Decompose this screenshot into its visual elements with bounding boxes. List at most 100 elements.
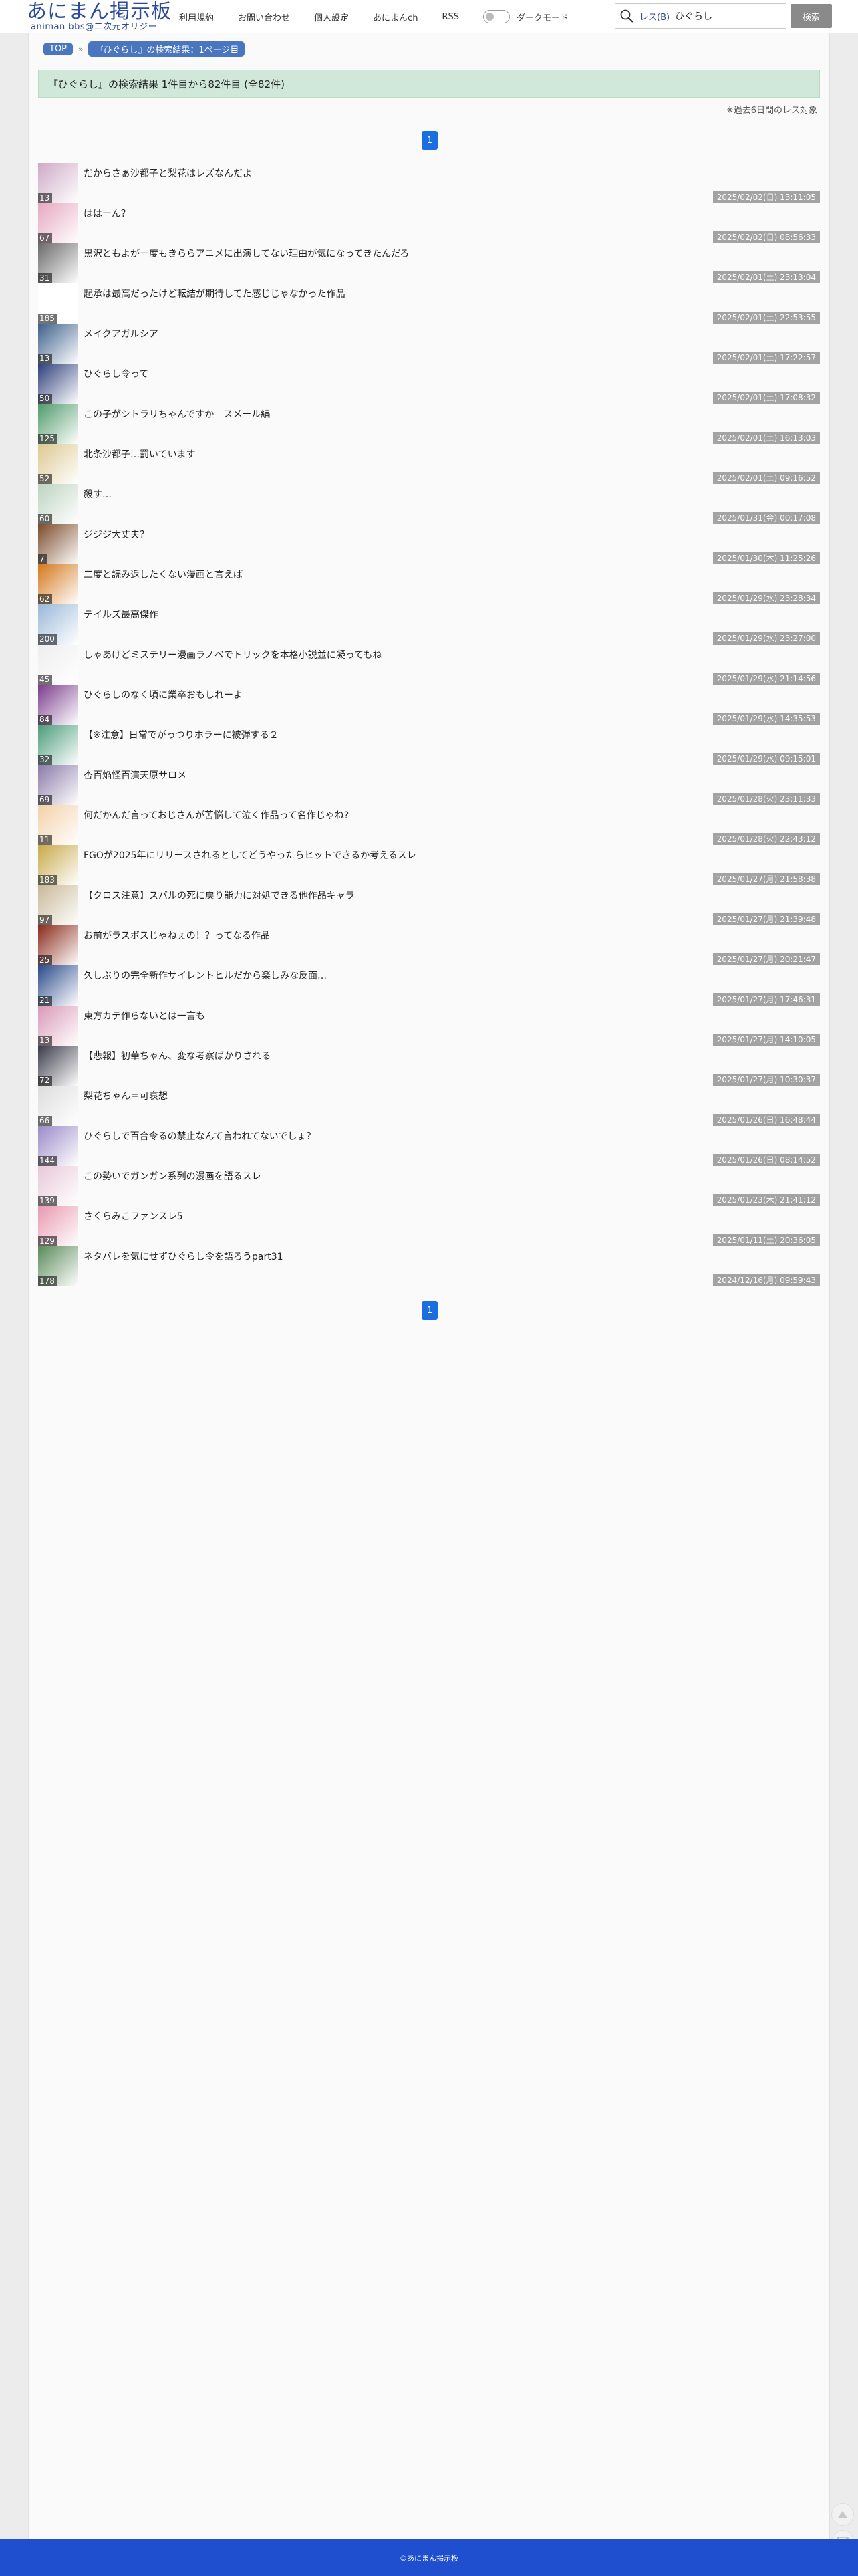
thread-thumbnail[interactable]: 13 [38, 1006, 78, 1046]
thread-thumbnail[interactable]: 84 [38, 685, 78, 725]
thread-thumbnail[interactable]: 97 [38, 885, 78, 925]
thread-title-link[interactable]: ひぐらしで百合令るの禁止なんて言われてないでしょ？ [84, 1129, 315, 1143]
thread-row[interactable]: 45 しゃあけどミステリー漫画ラノベでトリックを本格小説並に凝ってもね 2025/0… [38, 645, 820, 685]
thread-title-link[interactable]: 梨花ちゃん＝可哀想 [84, 1089, 168, 1102]
thread-row[interactable]: 13 メイクアガルシア 2025/02/01(土) 17:22:57 [38, 324, 820, 364]
thread-row[interactable]: 69 杏百焔怪百演天原サロメ 2025/01/28(火) 23:11:33 [38, 765, 820, 805]
thread-row[interactable]: 72 【悲報】初華ちゃん、変な考察ばかりされる 2025/01/27(月) 10:3… [38, 1046, 820, 1086]
thread-thumbnail[interactable]: 7 [38, 524, 78, 564]
page-button[interactable]: 1 [422, 131, 438, 150]
thread-title-link[interactable]: さくらみこファンスレ5 [84, 1209, 183, 1223]
thread-row[interactable]: 50 ひぐらし令って 2025/02/01(土) 17:08:32 [38, 364, 820, 404]
thread-thumbnail[interactable]: 45 [38, 645, 78, 685]
thread-row[interactable]: 144 ひぐらしで百合令るの禁止なんて言われてないでしょ？ 2025/01/26(日… [38, 1126, 820, 1166]
thread-title-link[interactable]: お前がラスボスじゃねぇの！？ってなる作品 [84, 929, 270, 942]
thread-thumbnail[interactable]: 72 [38, 1046, 78, 1086]
thread-title-link[interactable]: ジジジ大丈夫？ [84, 528, 149, 541]
thread-row[interactable]: 200 テイルズ最高傑作 2025/01/29(水) 23:27:00 [38, 604, 820, 645]
thread-row[interactable]: 31 黒沢ともよが一度もきららアニメに出演してない理由が気になってきたんだろ 202… [38, 243, 820, 283]
thread-title-link[interactable]: ははーん？ [84, 207, 130, 220]
thread-thumbnail[interactable]: 129 [38, 1206, 78, 1246]
site-logo[interactable]: あにまん掲示板 animan bbs@二次元オリジー [27, 1, 171, 32]
thread-thumbnail[interactable]: 52 [38, 444, 78, 484]
page-button[interactable]: 1 [422, 1301, 438, 1320]
thread-title-link[interactable]: 殺す… [84, 487, 112, 501]
thread-title-link[interactable]: この子がシトラリちゃんですか スメール編 [84, 407, 270, 421]
thread-row[interactable]: 66 梨花ちゃん＝可哀想 2025/01/26(日) 16:48:44 [38, 1086, 820, 1126]
thread-row[interactable]: 7 ジジジ大丈夫？ 2025/01/30(木) 11:25:26 [38, 524, 820, 564]
thread-row[interactable]: 84 ひぐらしのなく頃に業卒おもしれーよ 2025/01/29(水) 14:35:5… [38, 685, 820, 725]
nav-contact-link[interactable]: お問い合わせ [238, 11, 290, 23]
thread-thumbnail[interactable]: 200 [38, 604, 78, 645]
nav-terms-link[interactable]: 利用規約 [179, 11, 214, 23]
thread-title-link[interactable]: 黒沢ともよが一度もきららアニメに出演してない理由が気になってきたんだろ [84, 247, 409, 260]
search-scope-select[interactable]: レス(B) [639, 10, 670, 23]
scroll-top-button[interactable] [831, 2503, 854, 2526]
thread-title-link[interactable]: 久しぶりの完全新作サイレントヒルだから楽しみな反面… [84, 969, 327, 982]
thread-row[interactable]: 25 お前がラスボスじゃねぇの！？ってなる作品 2025/01/27(月) 20:2… [38, 925, 820, 965]
thread-row[interactable]: 97 【クロス注意】スバルの死に戻り能力に対処できる他作品キャラ 2025/01/2… [38, 885, 820, 925]
thread-title-link[interactable]: 【クロス注意】スバルの死に戻り能力に対処できる他作品キャラ [84, 889, 355, 902]
nav-settings-link[interactable]: 個人設定 [314, 11, 349, 23]
thread-thumbnail[interactable]: 31 [38, 243, 78, 283]
search-box[interactable]: レス(B) [615, 3, 786, 29]
thread-title-link[interactable]: テイルズ最高傑作 [84, 608, 158, 621]
thread-row[interactable]: 62 二度と読み返したくない漫画と言えば 2025/01/29(水) 23:28:3… [38, 564, 820, 604]
search-button[interactable]: 検索 [791, 4, 832, 28]
thread-row[interactable]: 13 東方カテ作らないとは一言も 2025/01/27(月) 14:10:05 [38, 1006, 820, 1046]
thread-title-link[interactable]: この勢いでガンガン系列の漫画を語るスレ [84, 1169, 261, 1183]
dark-mode-toggle[interactable]: ダークモード [482, 10, 569, 23]
thread-title-link[interactable]: 東方カテ作らないとは一言も [84, 1009, 205, 1022]
thread-row[interactable]: 183 FGOが2025年にリリースされるとしてどうやったらヒットできるか考えるス… [38, 845, 820, 885]
thread-thumbnail[interactable]: 32 [38, 725, 78, 765]
thread-title-link[interactable]: 杏百焔怪百演天原サロメ [84, 768, 186, 782]
thread-title-link[interactable]: 二度と読み返したくない漫画と言えば [84, 568, 243, 581]
thread-title-link[interactable]: 起承は最高だったけど転結が期待してた感じじゃなかった作品 [84, 287, 345, 300]
thread-thumbnail[interactable]: 66 [38, 1086, 78, 1126]
thread-thumbnail[interactable]: 144 [38, 1126, 78, 1166]
thread-thumbnail[interactable]: 13 [38, 324, 78, 364]
thread-title-link[interactable]: 【悲報】初華ちゃん、変な考察ばかりされる [84, 1049, 271, 1062]
thread-title-link[interactable]: ひぐらしのなく頃に業卒おもしれーよ [84, 688, 243, 701]
thread-row[interactable]: 52 北条沙都子…罰いています 2025/02/01(土) 09:16:52 [38, 444, 820, 484]
thread-thumbnail[interactable]: 50 [38, 364, 78, 404]
thread-row[interactable]: 129 さくらみこファンスレ5 2025/01/11(土) 20:36:05 [38, 1206, 820, 1246]
thread-row[interactable]: 185 起承は最高だったけど転結が期待してた感じじゃなかった作品 2025/02/0… [38, 283, 820, 324]
breadcrumb-top-link[interactable]: TOP [43, 43, 74, 55]
thread-row[interactable]: 11 何だかんだ言っておじさんが苦悩して泣く作品って名作じゃね? 2025/01/2… [38, 805, 820, 845]
thread-row[interactable]: 13 だからさぁ沙都子と梨花はレズなんだよ 2025/02/02(日) 13:11:… [38, 163, 820, 203]
thread-title-link[interactable]: 北条沙都子…罰いています [84, 447, 196, 461]
thread-thumbnail[interactable]: 67 [38, 203, 78, 243]
thread-thumbnail[interactable]: 139 [38, 1166, 78, 1206]
thread-thumbnail[interactable]: 69 [38, 765, 78, 805]
thread-thumbnail[interactable]: 11 [38, 805, 78, 845]
thread-thumbnail[interactable]: 178 [38, 1246, 78, 1286]
thread-thumbnail[interactable]: 13 [38, 163, 78, 203]
thread-row[interactable]: 60 殺す… 2025/01/31(金) 00:17:08 [38, 484, 820, 524]
thread-thumbnail[interactable]: 21 [38, 965, 78, 1006]
thread-row[interactable]: 32 【※注意】日常でがっつりホラーに被弾する２ 2025/01/29(水) 09:… [38, 725, 820, 765]
thread-thumbnail[interactable]: 60 [38, 484, 78, 524]
nav-animanch-link[interactable]: あにまんch [373, 11, 418, 23]
thread-title-link[interactable]: 何だかんだ言っておじさんが苦悩して泣く作品って名作じゃね? [84, 808, 349, 822]
thread-title-link[interactable]: だからさぁ沙都子と梨花はレズなんだよ [84, 166, 252, 180]
search-input[interactable] [675, 6, 776, 26]
breadcrumb-current[interactable]: 『ひぐらし』の検索結果：1ページ目 [88, 41, 245, 57]
thread-title-link[interactable]: ネタバレを気にせずひぐらし令を語ろうpart31 [84, 1250, 283, 1263]
thread-thumbnail[interactable]: 62 [38, 564, 78, 604]
thread-title-link[interactable]: FGOが2025年にリリースされるとしてどうやったらヒットできるか考えるスレ [84, 848, 416, 862]
thread-thumbnail[interactable]: 183 [38, 845, 78, 885]
thread-thumbnail[interactable]: 25 [38, 925, 78, 965]
thread-row[interactable]: 67 ははーん？ 2025/02/02(日) 08:56:33 [38, 203, 820, 243]
thread-title-link[interactable]: 【※注意】日常でがっつりホラーに被弾する２ [84, 728, 279, 741]
nav-rss-link[interactable]: RSS [442, 12, 459, 22]
thread-row[interactable]: 21 久しぶりの完全新作サイレントヒルだから楽しみな反面… 2025/01/27(月… [38, 965, 820, 1006]
thread-thumbnail[interactable]: 185 [38, 283, 78, 324]
thread-thumbnail[interactable]: 125 [38, 404, 78, 444]
thread-title-link[interactable]: ひぐらし令って [84, 367, 148, 380]
thread-row[interactable]: 178 ネタバレを気にせずひぐらし令を語ろうpart31 2024/12/16(月)… [38, 1246, 820, 1286]
toggle-switch[interactable] [482, 10, 510, 23]
thread-row[interactable]: 125 この子がシトラリちゃんですか スメール編 2025/02/01(土) 16:… [38, 404, 820, 444]
thread-title-link[interactable]: しゃあけどミステリー漫画ラノベでトリックを本格小説並に凝ってもね [84, 648, 382, 661]
thread-row[interactable]: 139 この勢いでガンガン系列の漫画を語るスレ 2025/01/23(木) 21:4… [38, 1166, 820, 1206]
